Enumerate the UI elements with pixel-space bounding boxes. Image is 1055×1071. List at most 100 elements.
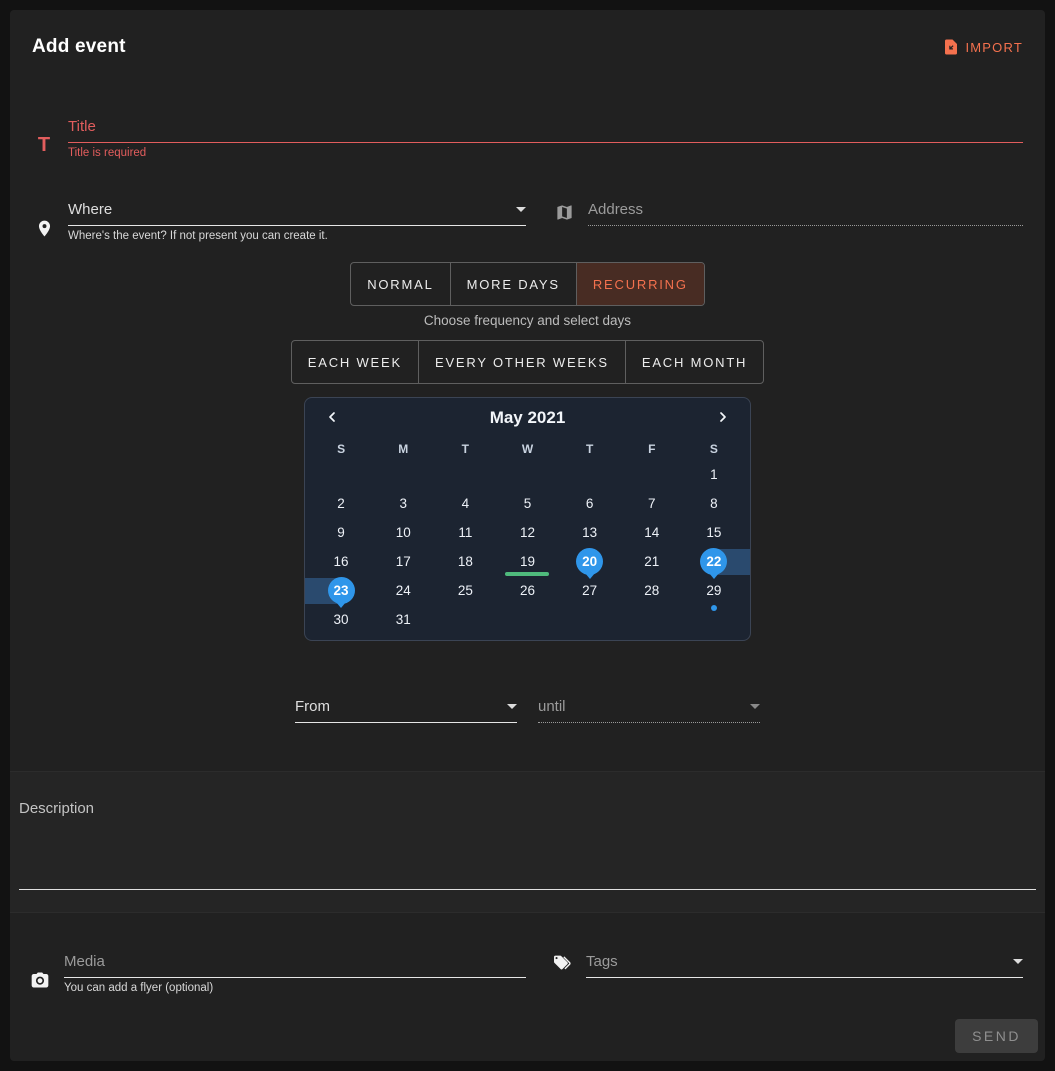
freq-each-month[interactable]: EACH MONTH [625, 341, 763, 383]
day-number: 21 [638, 548, 665, 575]
calendar-day[interactable]: 4 [434, 489, 496, 518]
day-number: 7 [638, 490, 665, 517]
where-select[interactable]: Where [68, 201, 526, 226]
day-number: 19 [514, 548, 541, 575]
calendar-day[interactable]: 8 [683, 489, 745, 518]
calendar-next-button[interactable] [713, 407, 733, 430]
chevron-right-icon [715, 409, 731, 428]
description-textarea[interactable] [18, 817, 1037, 889]
weekday-label: F [621, 442, 683, 456]
tags-icon [550, 953, 574, 978]
file-import-icon [942, 38, 960, 56]
calendar-day[interactable]: 15 [683, 518, 745, 547]
calendar-day[interactable]: 18 [434, 547, 496, 576]
day-number: 28 [638, 577, 665, 604]
calendar-day[interactable]: 17 [372, 547, 434, 576]
day-number: 9 [328, 519, 355, 546]
calendar-day[interactable]: 19 [496, 547, 558, 576]
day-number: 25 [452, 577, 479, 604]
caret-down-icon [507, 704, 517, 709]
calendar-empty-cell [496, 460, 558, 489]
calendar-day[interactable]: 26 [496, 576, 558, 605]
day-number: 1 [700, 461, 727, 488]
dialog-header: Add event IMPORT [10, 10, 1045, 58]
calendar-day[interactable]: 25 [434, 576, 496, 605]
add-event-dialog: Add event IMPORT T Title Title is requir… [10, 10, 1045, 1061]
calendar: May 2021 S M T W T F S 12345678910111213… [304, 397, 751, 641]
weekday-label: S [683, 442, 745, 456]
description-label: Description [18, 800, 1037, 817]
day-number: 26 [514, 577, 541, 604]
calendar-day[interactable]: 24 [372, 576, 434, 605]
tags-select[interactable]: Tags [586, 953, 1023, 978]
calendar-day[interactable]: 7 [621, 489, 683, 518]
calendar-grid: 1234567891011121314151617181920212223242… [310, 460, 745, 634]
where-helper: Where's the event? If not present you ca… [68, 230, 526, 242]
event-mode-tabs: NORMAL MORE DAYS RECURRING [350, 262, 705, 306]
calendar-day[interactable]: 5 [496, 489, 558, 518]
until-placeholder: until [538, 698, 742, 715]
title-placeholder: Title [68, 118, 1023, 135]
day-number: 12 [514, 519, 541, 546]
freq-every-other-weeks[interactable]: EVERY OTHER WEEKS [418, 341, 625, 383]
until-select[interactable]: until [538, 698, 760, 723]
freq-each-week[interactable]: EACH WEEK [292, 341, 418, 383]
calendar-weekday-headers: S M T W T F S [310, 438, 745, 460]
send-button[interactable]: SEND [955, 1019, 1038, 1053]
calendar-day[interactable]: 2 [310, 489, 372, 518]
tab-more-days[interactable]: MORE DAYS [450, 263, 576, 305]
calendar-prev-button[interactable] [322, 407, 342, 430]
day-number: 18 [452, 548, 479, 575]
calendar-empty-cell [559, 605, 621, 634]
calendar-day[interactable]: 21 [621, 547, 683, 576]
description-section: Description [10, 771, 1045, 913]
calendar-month-label: May 2021 [490, 408, 566, 428]
day-number: 2 [328, 490, 355, 517]
day-number: 8 [700, 490, 727, 517]
address-placeholder: Address [588, 201, 1023, 218]
import-button[interactable]: IMPORT [942, 38, 1023, 56]
calendar-day[interactable]: 28 [621, 576, 683, 605]
calendar-day[interactable]: 6 [559, 489, 621, 518]
title-field: T Title Title is required [32, 118, 1023, 159]
tab-recurring[interactable]: RECURRING [576, 263, 704, 305]
calendar-empty-cell [434, 605, 496, 634]
calendar-day[interactable]: 27 [559, 576, 621, 605]
calendar-day[interactable]: 13 [559, 518, 621, 547]
calendar-day[interactable]: 22 [683, 547, 745, 576]
calendar-day[interactable]: 16 [310, 547, 372, 576]
calendar-day[interactable]: 31 [372, 605, 434, 634]
media-input[interactable]: Media [64, 953, 526, 978]
day-number: 4 [452, 490, 479, 517]
calendar-day[interactable]: 11 [434, 518, 496, 547]
from-field: From [295, 698, 517, 723]
calendar-day[interactable]: 12 [496, 518, 558, 547]
day-number: 16 [328, 548, 355, 575]
chevron-left-icon [324, 409, 340, 428]
calendar-day[interactable]: 10 [372, 518, 434, 547]
address-input[interactable]: Address [588, 201, 1023, 226]
calendar-day[interactable]: 3 [372, 489, 434, 518]
day-number: 17 [390, 548, 417, 575]
calendar-day[interactable]: 14 [621, 518, 683, 547]
calendar-empty-cell [621, 605, 683, 634]
calendar-day[interactable]: 29 [683, 576, 745, 605]
calendar-day[interactable]: 23 [310, 576, 372, 605]
day-number: 10 [390, 519, 417, 546]
calendar-empty-cell [310, 460, 372, 489]
tab-normal[interactable]: NORMAL [351, 263, 449, 305]
map-icon [552, 203, 576, 226]
caret-down-icon [750, 704, 760, 709]
caret-down-icon [1013, 959, 1023, 964]
calendar-empty-cell [496, 605, 558, 634]
title-input[interactable]: Title [68, 118, 1023, 143]
calendar-day[interactable]: 30 [310, 605, 372, 634]
day-number: 11 [452, 519, 479, 546]
day-number: 14 [638, 519, 665, 546]
from-select[interactable]: From [295, 698, 517, 723]
calendar-day[interactable]: 20 [559, 547, 621, 576]
calendar-day[interactable]: 1 [683, 460, 745, 489]
tags-placeholder: Tags [586, 953, 1005, 970]
weekday-label: W [496, 442, 558, 456]
calendar-day[interactable]: 9 [310, 518, 372, 547]
